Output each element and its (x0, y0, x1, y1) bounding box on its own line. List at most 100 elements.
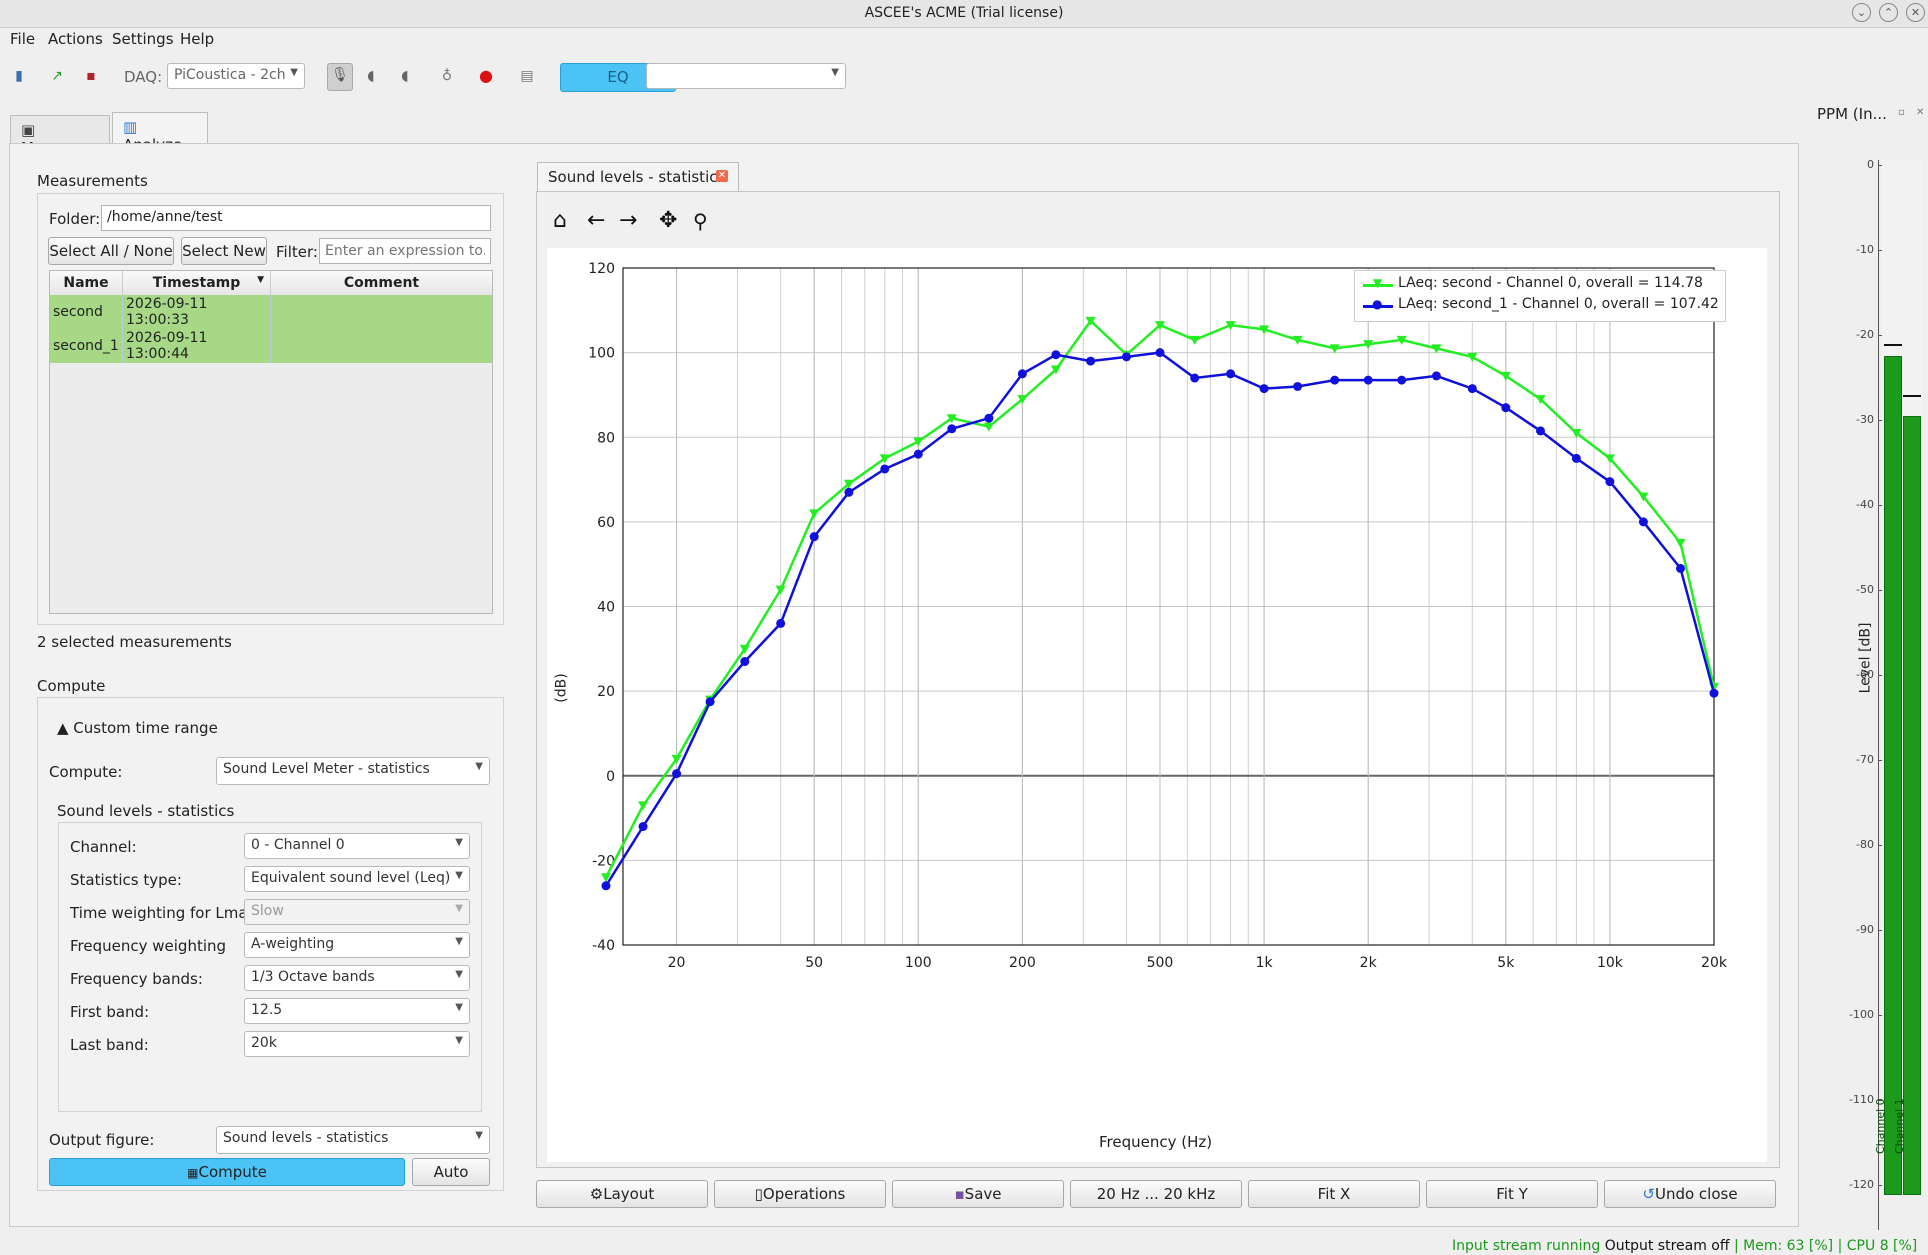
row-timestamp: 2026-09-11 13:00:44 (122, 329, 271, 363)
compute-button[interactable]: ▦Compute (49, 1158, 405, 1186)
eq-preset-select[interactable]: ▼ (646, 63, 846, 89)
cpu-value: 8 [%] (1879, 1238, 1918, 1254)
filter-input[interactable] (319, 238, 491, 264)
float-icon[interactable]: ▫ (1898, 107, 1905, 118)
operations-button[interactable]: ▯Operations (714, 1180, 886, 1208)
home-icon[interactable]: ⌂ (553, 208, 567, 233)
close-panel-icon[interactable]: ✕ (1916, 107, 1924, 118)
zoom-icon[interactable]: ⚲ (693, 209, 708, 233)
compute-select[interactable]: Sound Level Meter - statistics ▼ (216, 757, 490, 785)
back-arrow-icon[interactable]: ← (587, 208, 605, 233)
row-comment[interactable] (271, 295, 493, 329)
x-tick-label: 50 (805, 955, 823, 971)
table-header: Name Timestamp ▼ Comment (50, 271, 492, 295)
data-point (809, 509, 820, 519)
data-point (1121, 352, 1131, 362)
undo-close-button[interactable]: ↺Undo close (1604, 1180, 1776, 1208)
column-header-timestamp-label: Timestamp (152, 275, 241, 291)
folder-field[interactable]: /home/anne/test (101, 205, 491, 231)
menu-help[interactable]: Help (180, 30, 214, 48)
data-point (1709, 688, 1719, 698)
chevron-down-icon: ▼ (455, 903, 463, 914)
data-point (1467, 352, 1478, 362)
legend-label-0: LAeq: second - Channel 0, overall = 114.… (1398, 275, 1703, 291)
menu-settings[interactable]: Settings (112, 30, 174, 48)
generator-icon[interactable]: ▤ (516, 65, 538, 87)
menu-actions[interactable]: Actions (48, 30, 103, 48)
statistics-type-select[interactable]: Equivalent sound level (Leq) ▼ (244, 866, 470, 892)
data-point (638, 801, 649, 811)
ppm-bar-channel-1: Channel 1 (1893, 415, 1921, 1195)
figure-tab[interactable]: Sound levels - statistics ✕ (537, 162, 739, 192)
x-tick-label: 200 (1009, 955, 1036, 971)
legend-marker-green: ▼ (1373, 276, 1383, 290)
measurements-table: Name Timestamp ▼ Comment second 2026-09-1… (49, 270, 493, 614)
maximize-icon[interactable]: ⌃ (1879, 3, 1898, 22)
ppm-scale-label: -30 (1856, 413, 1874, 426)
minimize-icon[interactable]: ⌄ (1852, 3, 1871, 22)
data-point (1189, 335, 1200, 345)
chevron-down-icon: ▼ (455, 969, 463, 980)
data-point (1501, 403, 1511, 413)
fit-x-button[interactable]: Fit X (1248, 1180, 1420, 1208)
chevron-down-icon: ▼ (475, 761, 483, 772)
sound-levels-chart[interactable]: -40-2002040608010012020 50 100 200 500 1k 2k 5k… (547, 248, 1767, 1162)
microphone-icon[interactable]: 🎙 (327, 63, 353, 91)
compute-title: Compute (37, 677, 106, 695)
speaker-icon[interactable]: ◖ (360, 65, 382, 87)
select-new-button[interactable]: Select New (181, 237, 267, 265)
time-weighting-select: Slow ▼ (244, 899, 470, 925)
save-figure-button[interactable]: ▪Save (892, 1180, 1064, 1208)
ppm-scale-label: -110 (1849, 1093, 1874, 1106)
tab-measure[interactable]: ▣ Measure (10, 115, 110, 157)
frequency-weighting-select[interactable]: A-weighting ▼ (244, 932, 470, 958)
fit-y-button[interactable]: Fit Y (1426, 1180, 1598, 1208)
menu-file[interactable]: File (10, 30, 35, 48)
x-tick-label: 1k (1256, 955, 1274, 971)
speaker-alt-icon[interactable]: ◖ (394, 65, 416, 87)
statistics-type-label: Statistics type: (70, 871, 182, 889)
chart-icon[interactable]: ↗ (46, 65, 68, 87)
layout-button[interactable]: ⚙Layout (536, 1180, 708, 1208)
save-icon[interactable]: ▪ (80, 65, 102, 87)
data-point (1605, 477, 1615, 487)
last-band-select[interactable]: 20k ▼ (244, 1031, 470, 1057)
data-point (1571, 453, 1581, 463)
column-header-timestamp[interactable]: Timestamp ▼ (122, 271, 271, 295)
output-figure-select[interactable]: Sound levels - statistics ▼ (216, 1126, 490, 1154)
column-header-comment[interactable]: Comment (271, 271, 493, 295)
data-point (1226, 369, 1236, 379)
data-point (844, 487, 854, 497)
tab-analyze[interactable]: ▥ Analyze (112, 112, 208, 154)
range-button[interactable]: 20 Hz ... 20 kHz (1070, 1180, 1242, 1208)
daq-select[interactable]: PiCoustica - 2ch ▼ (167, 63, 305, 89)
auto-button[interactable]: Auto (412, 1158, 490, 1186)
plot-canvas[interactable]: -40 -20 0 20 40 60 80 100 120 20 50 100 200 500 1k 2k 5k… (547, 248, 1767, 1162)
chevron-down-icon: ▼ (455, 870, 463, 881)
forward-arrow-icon[interactable]: → (619, 208, 637, 233)
frequency-bands-select[interactable]: 1/3 Octave bands ▼ (244, 965, 470, 991)
channel-select[interactable]: 0 - Channel 0 ▼ (244, 833, 470, 859)
data-point (1190, 373, 1200, 383)
first-band-select[interactable]: 12.5 ▼ (244, 998, 470, 1024)
x-tick-label: 10k (1597, 955, 1624, 971)
pan-icon[interactable]: ✥ (659, 208, 677, 233)
close-icon[interactable]: ✕ (1906, 3, 1925, 22)
custom-time-range-toggle[interactable]: ▲ Custom time range (57, 719, 218, 737)
data-point (1363, 375, 1373, 385)
row-comment[interactable] (271, 329, 493, 363)
record-icon[interactable]: ● (475, 65, 497, 87)
table-row[interactable]: second 2026-09-11 13:00:33 (50, 295, 492, 329)
chevron-down-icon: ▼ (455, 837, 463, 848)
close-tab-icon[interactable]: ✕ (716, 170, 728, 182)
chart-legend: ▼ LAeq: second - Channel 0, overall = 11… (1354, 270, 1726, 322)
table-row[interactable]: second_1 2026-09-11 13:00:44 (50, 329, 492, 363)
book-icon[interactable]: ▮ (8, 65, 30, 87)
calibrate-icon[interactable]: ♁ (436, 65, 458, 87)
select-all-button[interactable]: Select All / None (48, 237, 174, 265)
column-header-name[interactable]: Name (50, 271, 123, 295)
legend-label-1: LAeq: second_1 - Channel 0, overall = 10… (1398, 296, 1719, 312)
statistics-type-value: Equivalent sound level (Leq) (251, 870, 451, 886)
data-point (1051, 350, 1061, 360)
channel-select-value: 0 - Channel 0 (251, 837, 345, 853)
